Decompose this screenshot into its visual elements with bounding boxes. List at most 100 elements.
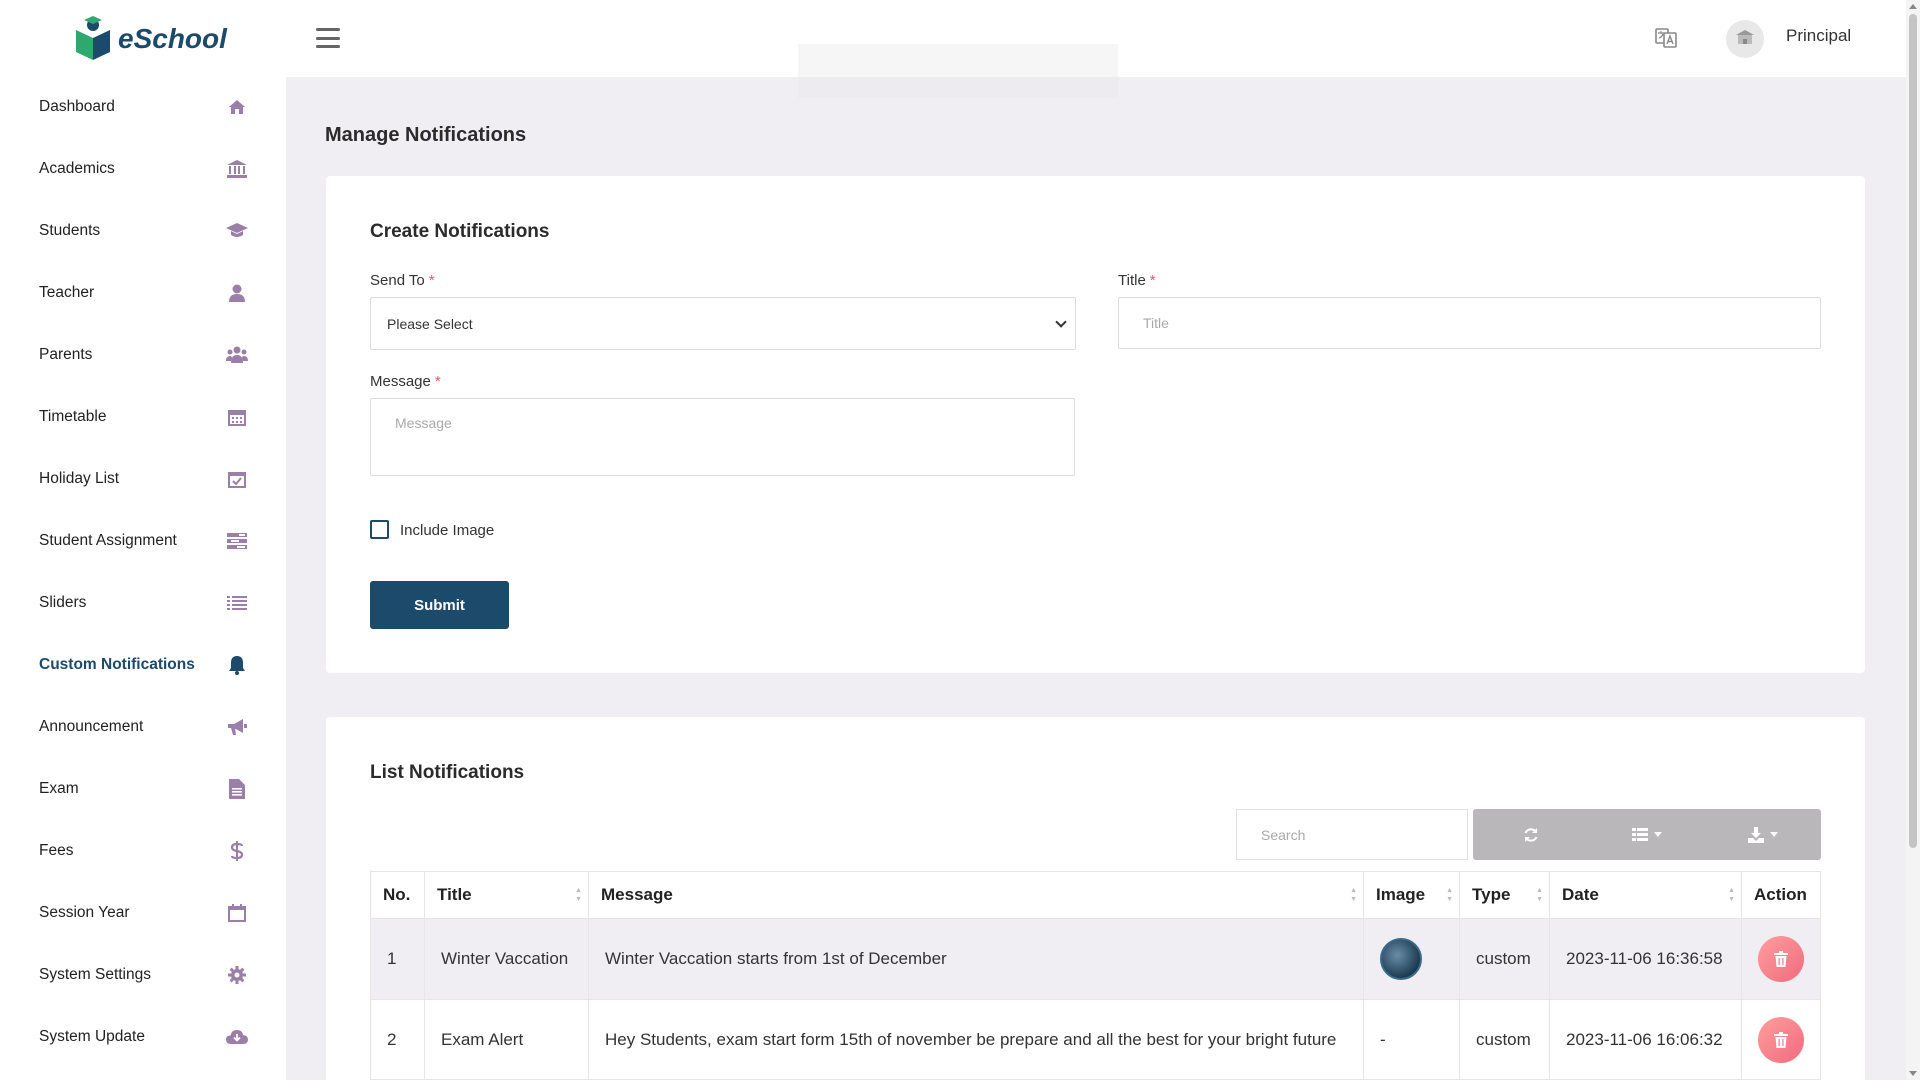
columns-button[interactable] bbox=[1589, 809, 1705, 860]
calendar-icon bbox=[226, 406, 248, 428]
avatar[interactable] bbox=[1726, 20, 1764, 58]
trash-icon bbox=[1774, 951, 1788, 967]
scroll-up-arrow-icon[interactable] bbox=[1909, 4, 1917, 9]
include-image-label[interactable]: Include Image bbox=[400, 522, 494, 539]
sidebar-item-system-settings[interactable]: System Settings bbox=[0, 944, 286, 1006]
cell-message: Winter Vaccation starts from 1st of Dece… bbox=[588, 918, 1364, 1000]
page-scrollbar[interactable] bbox=[1906, 0, 1920, 1080]
required-mark: * bbox=[428, 272, 435, 289]
message-label: Message * bbox=[370, 373, 441, 390]
sidebar-item-student-assignment[interactable]: Student Assignment bbox=[0, 510, 286, 572]
cell-title: Winter Vaccation bbox=[424, 918, 589, 1000]
cell-message: Hey Students, exam start form 15th of no… bbox=[588, 999, 1364, 1080]
column-header-no[interactable]: No. bbox=[370, 871, 425, 919]
sidebar-item-session-year[interactable]: Session Year bbox=[0, 882, 286, 944]
bullhorn-icon bbox=[226, 716, 248, 738]
gear-icon bbox=[226, 964, 248, 986]
sidebar-item-system-update[interactable]: System Update bbox=[0, 1006, 286, 1068]
sidebar-item-label: Parents bbox=[39, 346, 93, 363]
include-image-checkbox[interactable] bbox=[370, 520, 389, 539]
refresh-button[interactable] bbox=[1473, 809, 1589, 860]
app-logo[interactable]: eSchool bbox=[72, 16, 227, 62]
sidebar-item-custom-notifications[interactable]: Custom Notifications bbox=[0, 634, 286, 696]
column-header-action: Action bbox=[1741, 871, 1821, 919]
home-icon bbox=[226, 96, 248, 118]
page-title: Manage Notifications bbox=[325, 124, 527, 146]
table-toolbar bbox=[1473, 809, 1821, 860]
sidebar-item-timetable[interactable]: Timetable bbox=[0, 386, 286, 448]
table-header-row: No. Title Message Image Type Date Action bbox=[370, 871, 1821, 919]
sidebar-item-label: Fees bbox=[39, 842, 74, 859]
column-header-image[interactable]: Image bbox=[1363, 871, 1460, 919]
sidebar-item-academics[interactable]: Academics bbox=[0, 138, 286, 200]
calendar-check-icon bbox=[226, 468, 248, 490]
sidebar-item-label: Holiday List bbox=[39, 470, 120, 487]
language-translate-icon[interactable] bbox=[1654, 26, 1678, 50]
card-title: List Notifications bbox=[370, 762, 525, 783]
list-icon bbox=[1632, 827, 1648, 841]
title-input[interactable]: Title bbox=[1118, 297, 1821, 349]
list-notifications-card: List Notifications Search No. Title Mess… bbox=[326, 717, 1865, 1080]
table-row[interactable]: 2 Exam Alert Hey Students, exam start fo… bbox=[370, 999, 1821, 1080]
institution-icon bbox=[226, 158, 248, 180]
users-icon bbox=[226, 344, 248, 366]
message-textarea[interactable]: Message bbox=[370, 398, 1075, 476]
top-bar: Principal bbox=[286, 0, 1906, 98]
sidebar-item-sliders[interactable]: Sliders bbox=[0, 572, 286, 634]
sidebar-item-teacher[interactable]: Teacher bbox=[0, 262, 286, 324]
required-mark: * bbox=[434, 373, 441, 390]
app-name: eSchool bbox=[118, 23, 227, 54]
dollar-icon bbox=[226, 840, 248, 862]
column-header-message[interactable]: Message bbox=[588, 871, 1364, 919]
sidebar-item-exam[interactable]: Exam bbox=[0, 758, 286, 820]
sidebar-item-parents[interactable]: Parents bbox=[0, 324, 286, 386]
search-input[interactable]: Search bbox=[1236, 809, 1468, 860]
column-header-title[interactable]: Title bbox=[424, 871, 589, 919]
calendar-empty-icon bbox=[226, 902, 248, 924]
sidebar-item-label: Custom Notifications bbox=[39, 656, 195, 673]
caret-down-icon bbox=[1654, 832, 1662, 837]
cell-action bbox=[1741, 999, 1821, 1080]
trash-icon bbox=[1774, 1031, 1788, 1048]
user-name[interactable]: Principal bbox=[1786, 26, 1851, 46]
cell-no: 2 bbox=[370, 999, 425, 1080]
cell-title: Exam Alert bbox=[424, 999, 589, 1080]
column-header-type[interactable]: Type bbox=[1459, 871, 1550, 919]
title-label-text: Title bbox=[1118, 272, 1146, 289]
table-row[interactable]: 1 Winter Vaccation Winter Vaccation star… bbox=[370, 918, 1821, 1000]
cell-date: 2023-11-06 16:06:32 bbox=[1549, 999, 1742, 1080]
delete-button[interactable] bbox=[1758, 936, 1804, 982]
delete-button[interactable] bbox=[1758, 1016, 1804, 1063]
column-header-date[interactable]: Date bbox=[1549, 871, 1742, 919]
sidebar-item-holiday-list[interactable]: Holiday List bbox=[0, 448, 286, 510]
tasks-icon bbox=[226, 530, 248, 552]
sidebar-item-label: System Settings bbox=[39, 966, 151, 983]
sidebar-item-label: Session Year bbox=[39, 904, 130, 921]
message-placeholder: Message bbox=[395, 415, 452, 431]
sidebar-nav: Dashboard Academics Students Teacher Par… bbox=[0, 76, 286, 1068]
sidebar-item-label: Student Assignment bbox=[39, 532, 177, 549]
notification-image-thumbnail[interactable] bbox=[1380, 938, 1422, 980]
cell-image bbox=[1363, 918, 1460, 1000]
sidebar-item-fees[interactable]: Fees bbox=[0, 820, 286, 882]
scroll-thumb[interactable] bbox=[1909, 14, 1917, 848]
message-label-text: Message bbox=[370, 373, 431, 390]
submit-button[interactable]: Submit bbox=[370, 581, 509, 629]
search-placeholder: Search bbox=[1261, 826, 1306, 843]
cell-action bbox=[1741, 918, 1821, 1000]
ghost-overlay bbox=[798, 44, 1118, 98]
sidebar-item-announcement[interactable]: Announcement bbox=[0, 696, 286, 758]
sidebar-item-students[interactable]: Students bbox=[0, 200, 286, 262]
sidebar: eSchool Dashboard Academics Students Tea… bbox=[0, 0, 286, 1080]
title-label: Title * bbox=[1118, 272, 1156, 289]
send-to-select[interactable]: Please Select bbox=[370, 297, 1076, 350]
caret-down-icon bbox=[1770, 832, 1778, 837]
sidebar-item-dashboard[interactable]: Dashboard bbox=[0, 76, 286, 138]
cell-type: custom bbox=[1459, 918, 1550, 1000]
sidebar-item-label: Announcement bbox=[39, 718, 144, 735]
bell-icon bbox=[226, 654, 248, 676]
menu-toggle-icon[interactable] bbox=[316, 28, 340, 48]
card-title: Create Notifications bbox=[370, 221, 550, 242]
export-button[interactable] bbox=[1705, 809, 1821, 860]
scroll-down-arrow-icon[interactable] bbox=[1909, 1071, 1917, 1076]
